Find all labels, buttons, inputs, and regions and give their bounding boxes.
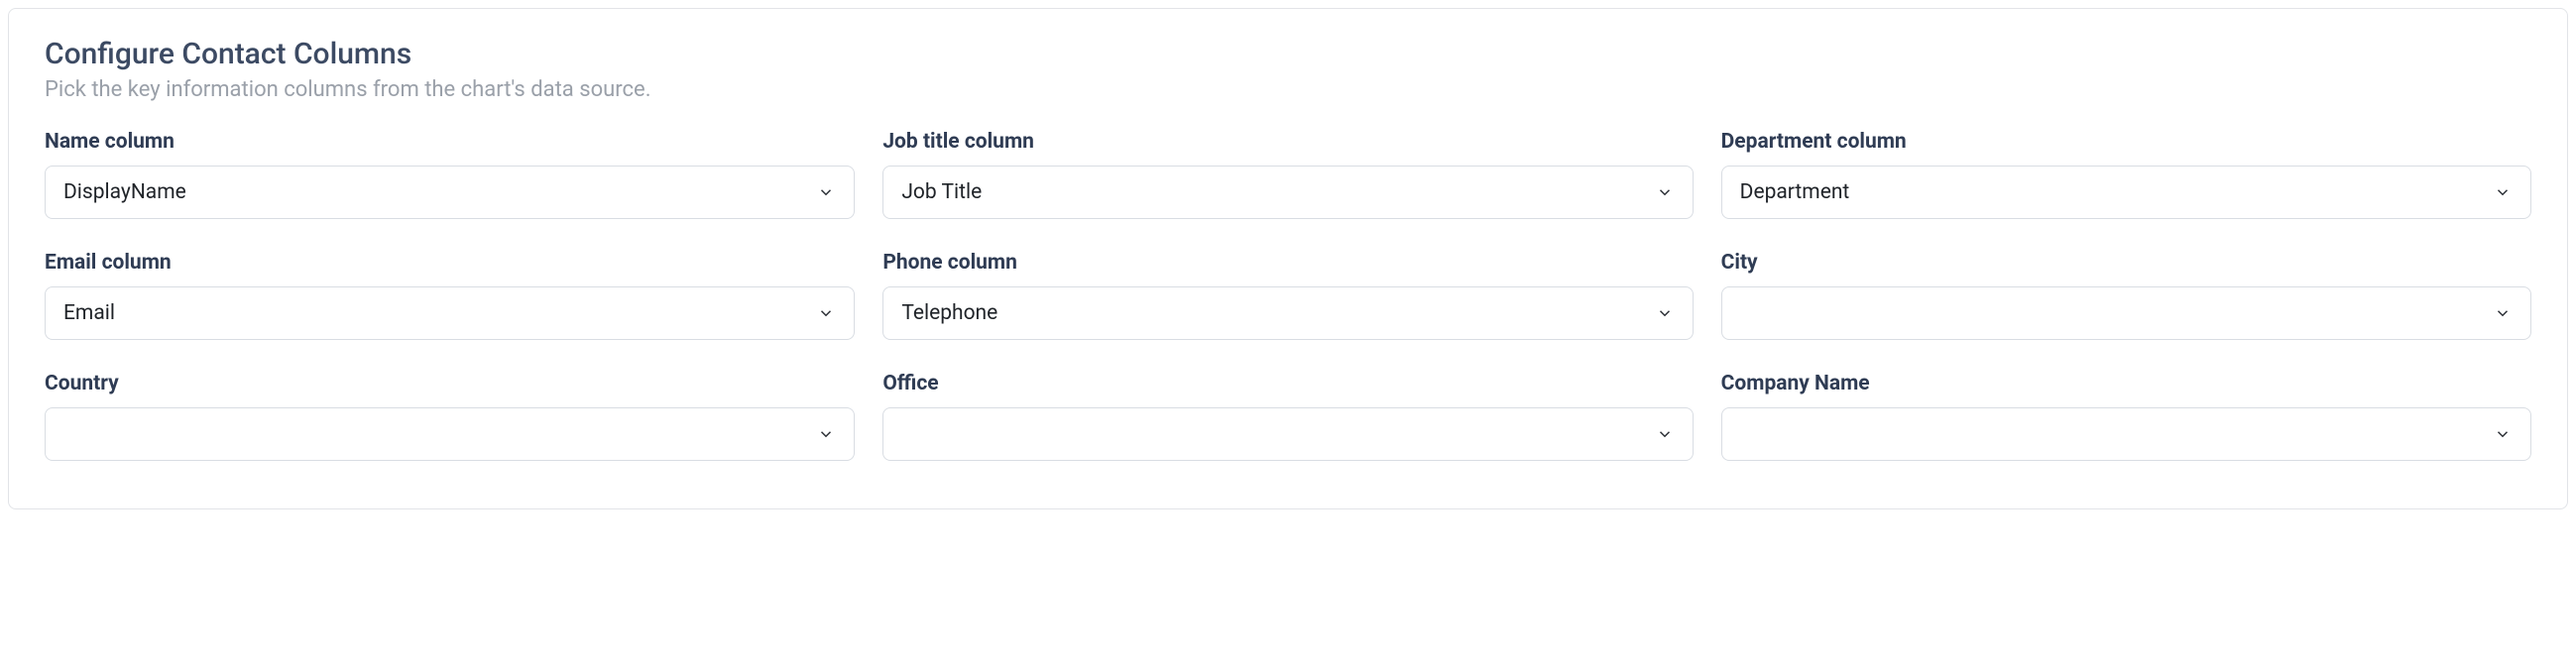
- chevron-down-icon: [1655, 182, 1675, 202]
- name-column-value: DisplayName: [63, 180, 186, 204]
- job-title-column-select[interactable]: Job Title: [882, 166, 1693, 219]
- phone-column-label: Phone column: [882, 251, 1693, 275]
- department-column-label: Department column: [1721, 130, 2531, 154]
- country-label: Country: [45, 372, 855, 395]
- field-phone-column: Phone column Telephone: [882, 251, 1693, 340]
- department-column-value: Department: [1740, 180, 1850, 204]
- chevron-down-icon: [1655, 424, 1675, 444]
- company-name-select[interactable]: [1721, 407, 2531, 461]
- phone-column-select[interactable]: Telephone: [882, 286, 1693, 340]
- city-select[interactable]: [1721, 286, 2531, 340]
- field-name-column: Name column DisplayName: [45, 130, 855, 219]
- company-name-label: Company Name: [1721, 372, 2531, 395]
- email-column-select[interactable]: Email: [45, 286, 855, 340]
- chevron-down-icon: [816, 424, 836, 444]
- field-country: Country: [45, 372, 855, 461]
- department-column-select[interactable]: Department: [1721, 166, 2531, 219]
- office-select[interactable]: [882, 407, 1693, 461]
- city-label: City: [1721, 251, 2531, 275]
- field-job-title-column: Job title column Job Title: [882, 130, 1693, 219]
- chevron-down-icon: [816, 303, 836, 323]
- phone-column-value: Telephone: [901, 301, 997, 325]
- field-department-column: Department column Department: [1721, 130, 2531, 219]
- chevron-down-icon: [2493, 182, 2513, 202]
- panel-subtitle: Pick the key information columns from th…: [45, 77, 2531, 102]
- chevron-down-icon: [816, 182, 836, 202]
- job-title-column-value: Job Title: [901, 180, 982, 204]
- name-column-label: Name column: [45, 130, 855, 154]
- field-email-column: Email column Email: [45, 251, 855, 340]
- field-office: Office: [882, 372, 1693, 461]
- chevron-down-icon: [2493, 303, 2513, 323]
- job-title-column-label: Job title column: [882, 130, 1693, 154]
- name-column-select[interactable]: DisplayName: [45, 166, 855, 219]
- panel-title: Configure Contact Columns: [45, 37, 2531, 71]
- field-city: City: [1721, 251, 2531, 340]
- email-column-label: Email column: [45, 251, 855, 275]
- office-label: Office: [882, 372, 1693, 395]
- email-column-value: Email: [63, 301, 115, 325]
- fields-grid: Name column DisplayName Job title column…: [45, 130, 2531, 461]
- chevron-down-icon: [2493, 424, 2513, 444]
- country-select[interactable]: [45, 407, 855, 461]
- configure-contact-columns-panel: Configure Contact Columns Pick the key i…: [8, 8, 2568, 509]
- chevron-down-icon: [1655, 303, 1675, 323]
- field-company-name: Company Name: [1721, 372, 2531, 461]
